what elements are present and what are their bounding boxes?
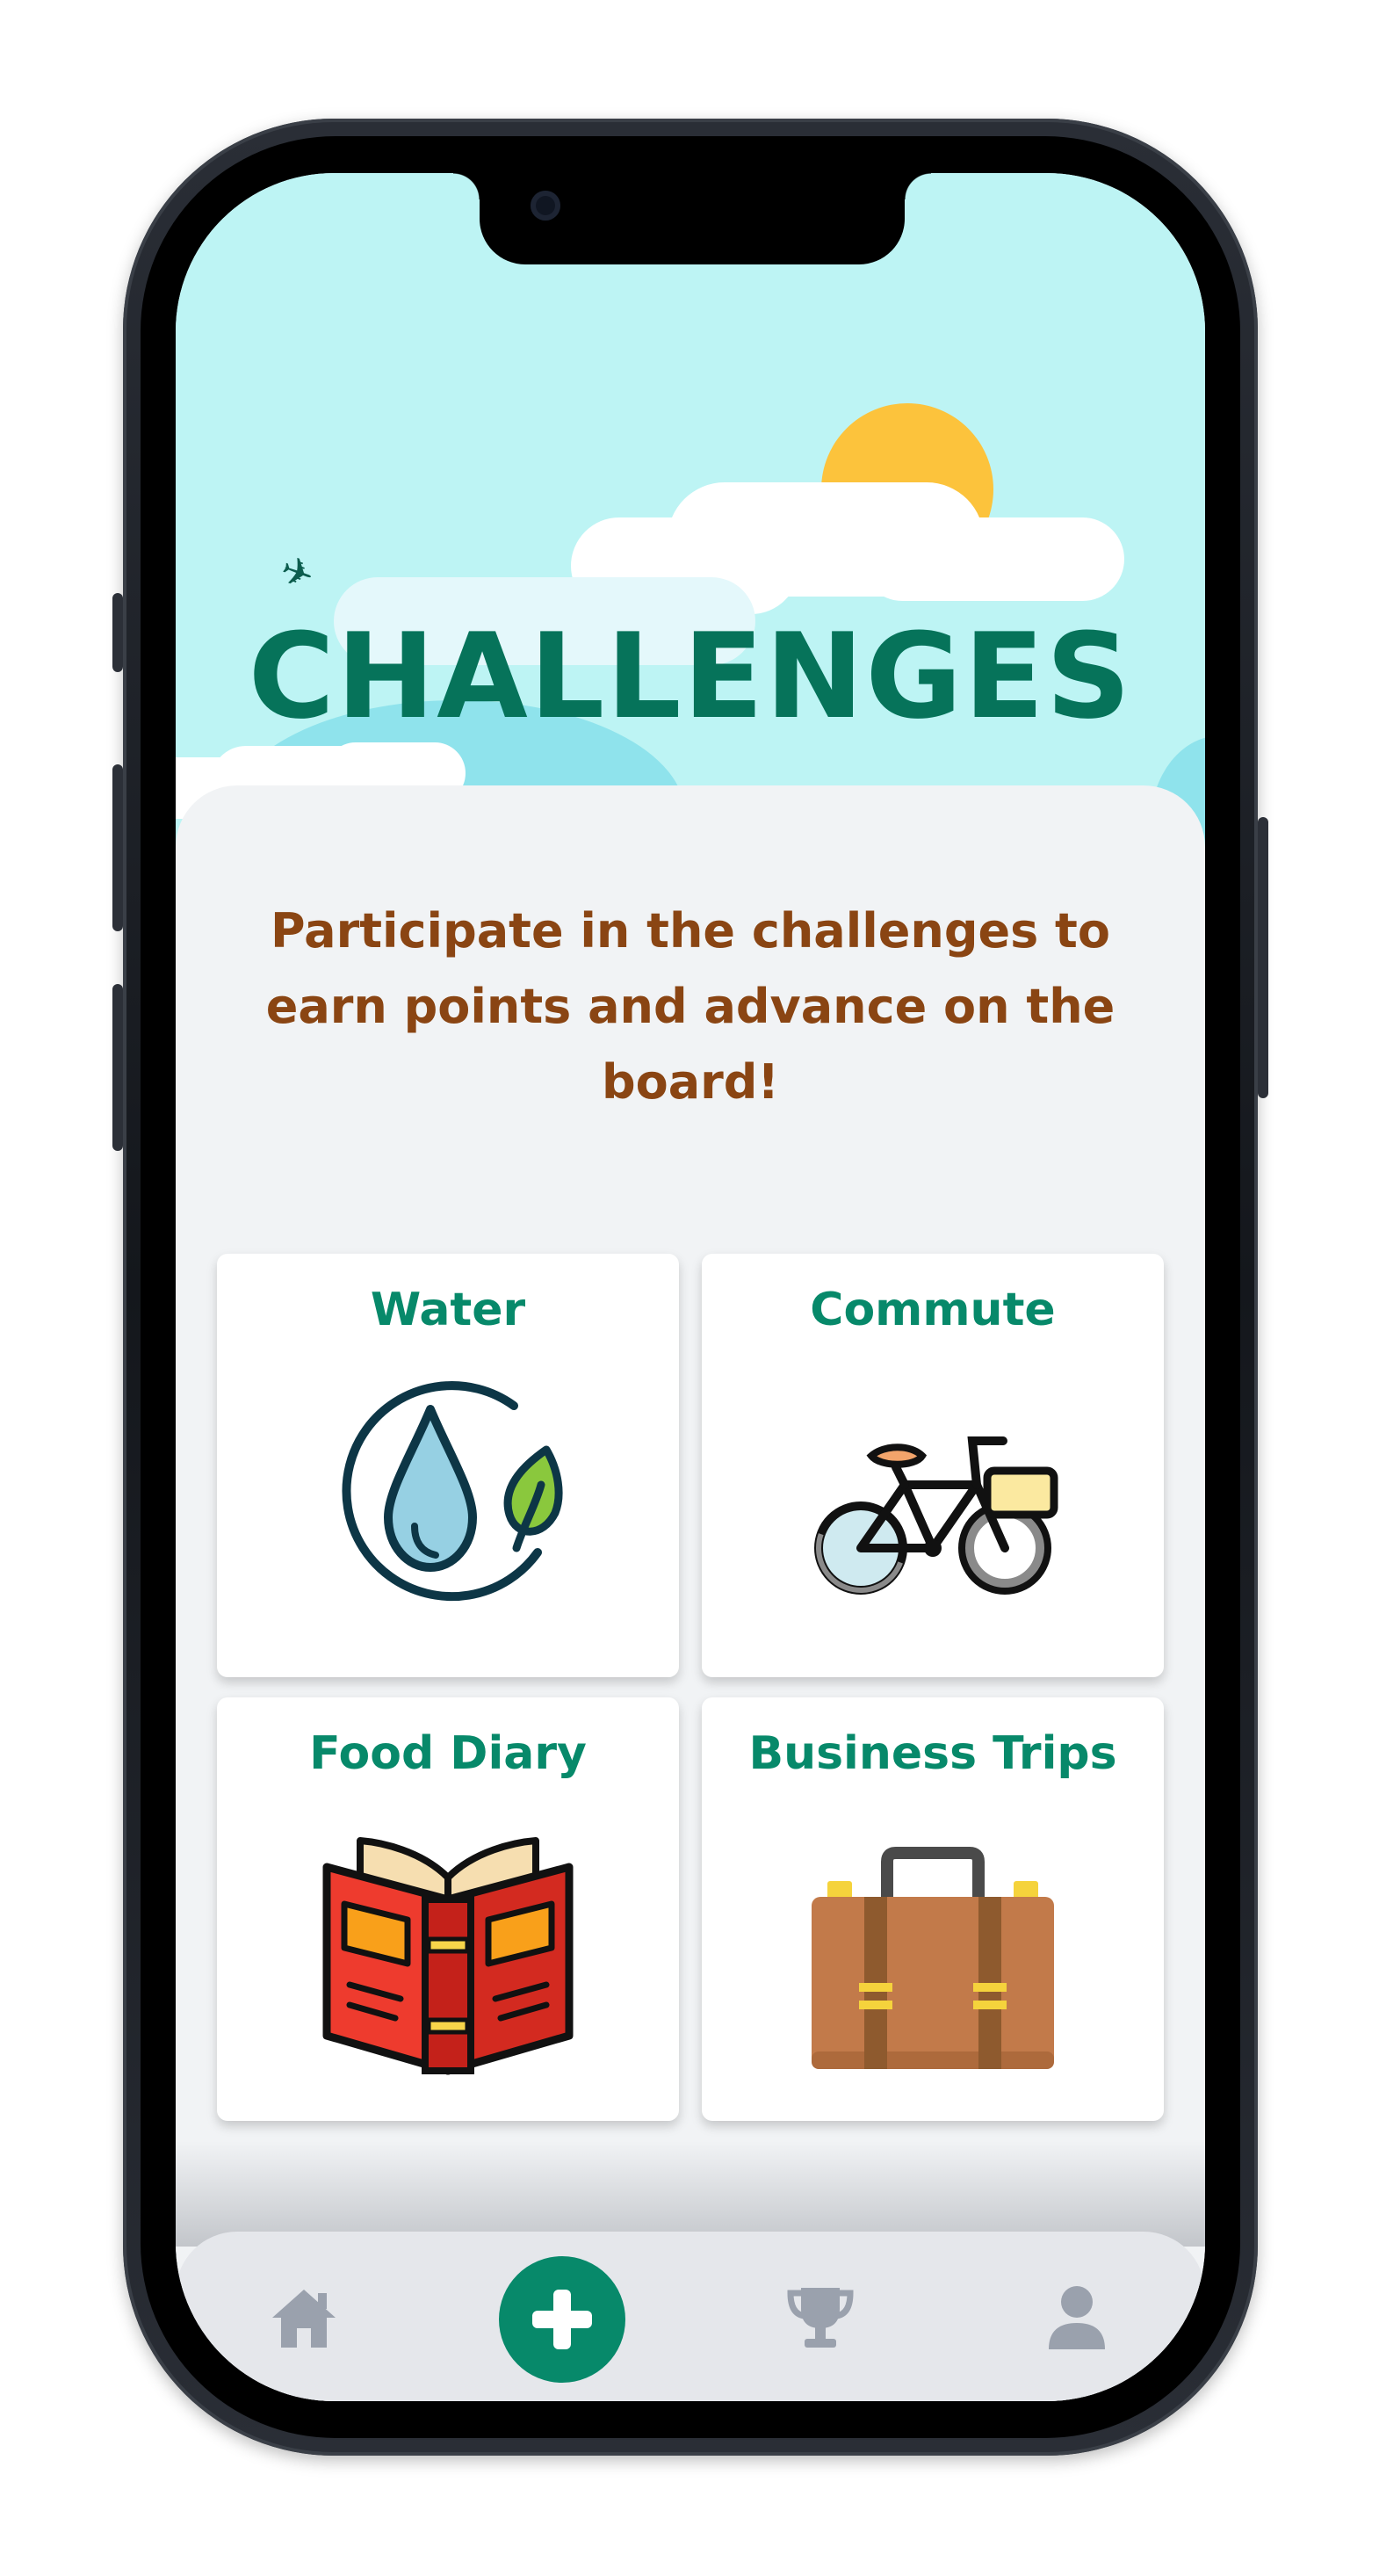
bottom-tab-bar <box>176 2232 1205 2401</box>
power-button <box>1258 817 1268 1098</box>
add-button[interactable] <box>499 2256 625 2383</box>
challenge-card-title: Business Trips <box>748 1727 1117 1780</box>
challenge-card-title: Water <box>370 1284 526 1336</box>
device-notch <box>453 173 931 264</box>
challenge-card-business-trips[interactable]: Business Trips <box>702 1697 1164 2121</box>
page-title: CHALLENGES <box>248 608 1133 745</box>
app-screen: ✈ CHALLENGES Participate in the challeng… <box>176 173 1205 2401</box>
book-icon <box>322 1837 574 2075</box>
bird-icon: ✈ <box>274 546 321 600</box>
front-camera <box>531 191 560 221</box>
challenge-card-water[interactable]: Water <box>217 1254 679 1677</box>
cloud-illustration <box>861 517 1124 601</box>
challenge-card-title: Commute <box>810 1284 1056 1336</box>
plus-icon <box>532 2290 592 2349</box>
water-drop-leaf-icon <box>342 1381 563 1602</box>
trophy-icon[interactable] <box>785 2283 856 2353</box>
challenge-card-commute[interactable]: Commute <box>702 1254 1164 1677</box>
briefcase-icon <box>812 1847 1054 2069</box>
volume-down-button <box>112 984 123 1151</box>
tabbar-shadow <box>176 2141 1205 2247</box>
mute-switch <box>112 593 123 672</box>
volume-up-button <box>112 764 123 931</box>
bicycle-icon <box>814 1436 1058 1595</box>
challenge-card-food-diary[interactable]: Food Diary <box>217 1697 679 2121</box>
phone-frame: ✈ CHALLENGES Participate in the challeng… <box>112 119 1268 2456</box>
user-icon[interactable] <box>1042 2283 1112 2353</box>
intro-text: Participate in the challenges to earn po… <box>265 903 1115 1110</box>
home-icon[interactable] <box>269 2283 339 2353</box>
challenge-card-title: Food Diary <box>309 1727 587 1780</box>
